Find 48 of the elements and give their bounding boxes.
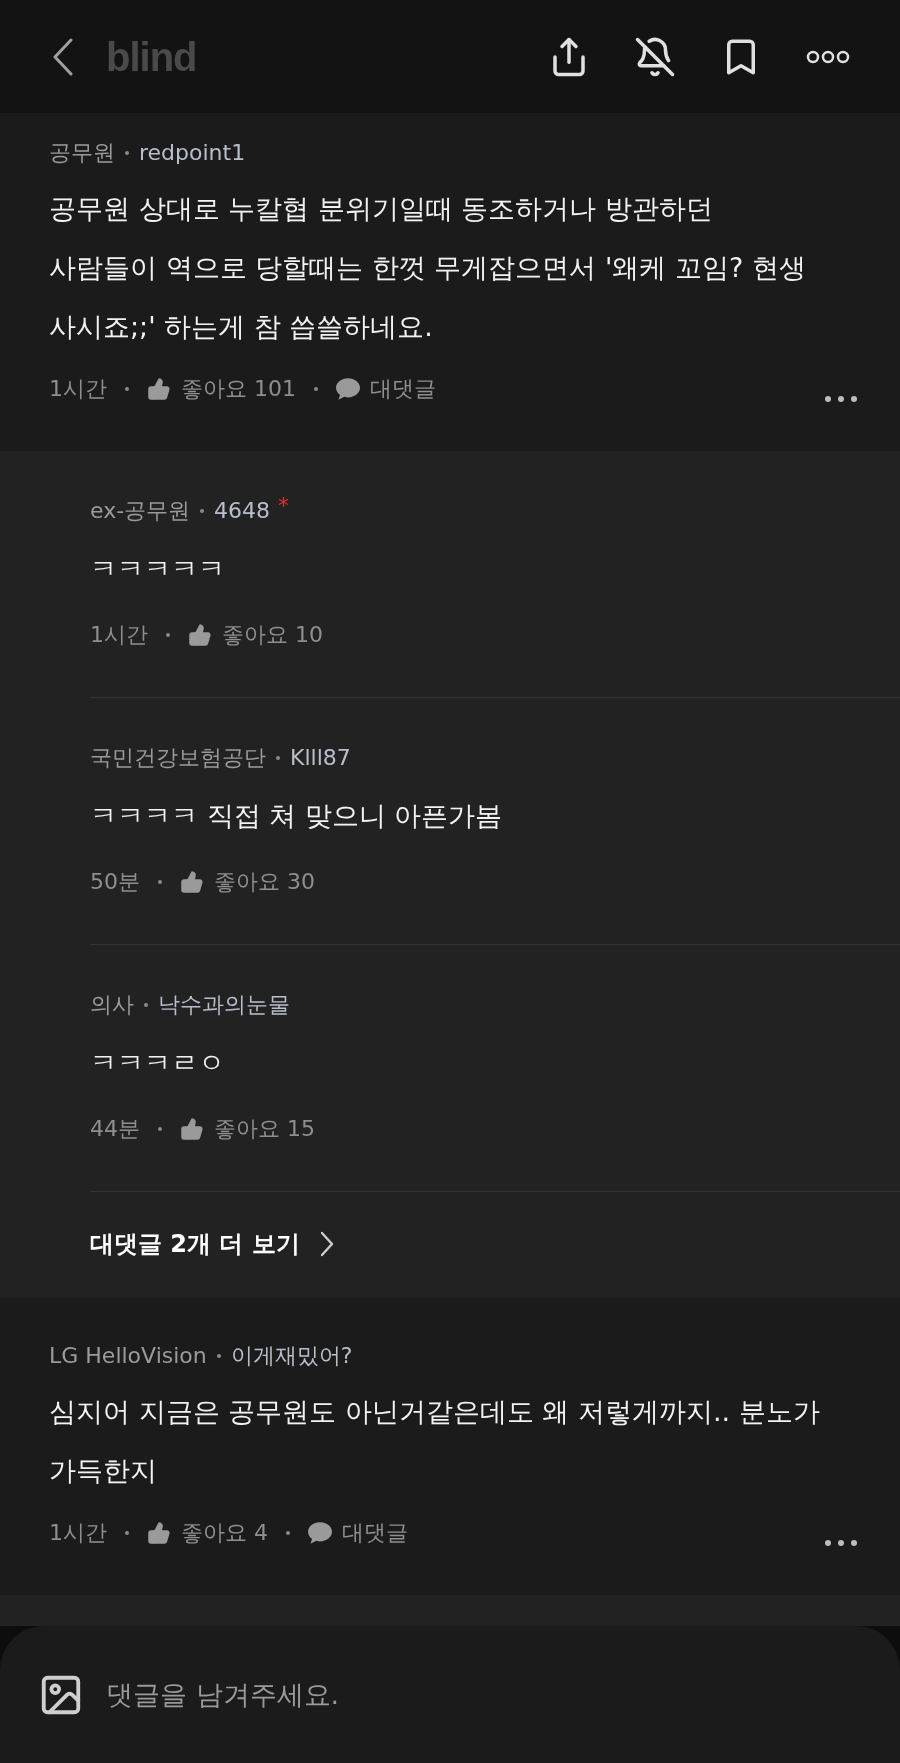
thumbs-up-icon: [188, 623, 212, 647]
like-button[interactable]: 좋아요 30: [180, 866, 315, 898]
back-icon: [52, 37, 74, 76]
comment-time: 50분: [90, 868, 140, 896]
notifications-off-button[interactable]: [634, 35, 676, 78]
comment-time: 44분: [90, 1115, 140, 1143]
thumbs-up-icon: [180, 870, 204, 894]
author-company: 의사: [90, 991, 134, 1019]
thumbs-up-icon: [180, 1117, 204, 1141]
comment-text: 공무원 상대로 누칼협 분위기일때 동조하거나 방관하던 사람들이 역으로 당할때는 한껏 무게잡으면서 '왜케 꼬임? 현생 사시죠;;' 하는게 참 씁쓸하네요.: [49, 192, 807, 344]
author-mark: *: [278, 495, 290, 517]
chevron-right-icon: [319, 1231, 334, 1257]
bell-off-icon: [634, 35, 676, 78]
comment-input[interactable]: 댓글을 남겨주세요.: [106, 1674, 860, 1715]
reply-text: ㅋㅋㅋㅋ 직접 쳐 맞으니 아픈가봄: [90, 799, 504, 833]
author-company: 국민건강보험공단: [90, 744, 266, 772]
comment-time: 1시간: [49, 1519, 107, 1547]
author-company: LG HelloVision: [49, 1342, 207, 1370]
author-nickname: 낙수과의눈물: [158, 991, 290, 1019]
author-company: ex-공무원: [90, 497, 191, 525]
more-icon: [806, 49, 850, 64]
speech-bubble-icon: [336, 378, 360, 400]
reply-text: ㅋㅋㅋㅋㅋ: [90, 552, 226, 586]
thumbs-up-icon: [147, 1521, 171, 1545]
author-nickname: 이게재밌어?: [230, 1342, 353, 1370]
more-button[interactable]: [825, 396, 857, 402]
more-replies-link[interactable]: 대댓글 2개 더 보기: [90, 1192, 334, 1298]
author-nickname: Klll87: [290, 744, 351, 772]
author-nickname: redpoint1: [139, 139, 246, 167]
speech-bubble-icon: [308, 1522, 332, 1544]
ellipsis-icon: [825, 1540, 857, 1546]
thumbs-up-icon: [147, 377, 171, 401]
more-button[interactable]: [825, 1540, 857, 1546]
like-button[interactable]: 좋아요 15: [180, 1113, 315, 1145]
comment-text: 심지어 지금은 공무원도 아닌거같은데도 왜 저렇게까지.. 분노가 가득한지: [49, 1395, 821, 1488]
like-button[interactable]: 좋아요 10: [188, 619, 323, 651]
comment-time: 1시간: [49, 375, 107, 403]
comment-time: 1시간: [90, 621, 148, 649]
author-company: 공무원: [49, 139, 115, 167]
like-button[interactable]: 좋아요 101: [147, 373, 296, 405]
ellipsis-icon: [825, 396, 857, 402]
like-button[interactable]: 좋아요 4: [147, 1517, 268, 1549]
reply-button[interactable]: 대댓글: [308, 1517, 408, 1549]
more-options-button[interactable]: [806, 49, 850, 64]
author-nickname: 4648: [214, 497, 271, 525]
reply-button[interactable]: 대댓글: [336, 373, 436, 405]
back-button[interactable]: [52, 37, 74, 76]
reply-text: ㅋㅋㅋㄹㅇ: [90, 1046, 226, 1080]
